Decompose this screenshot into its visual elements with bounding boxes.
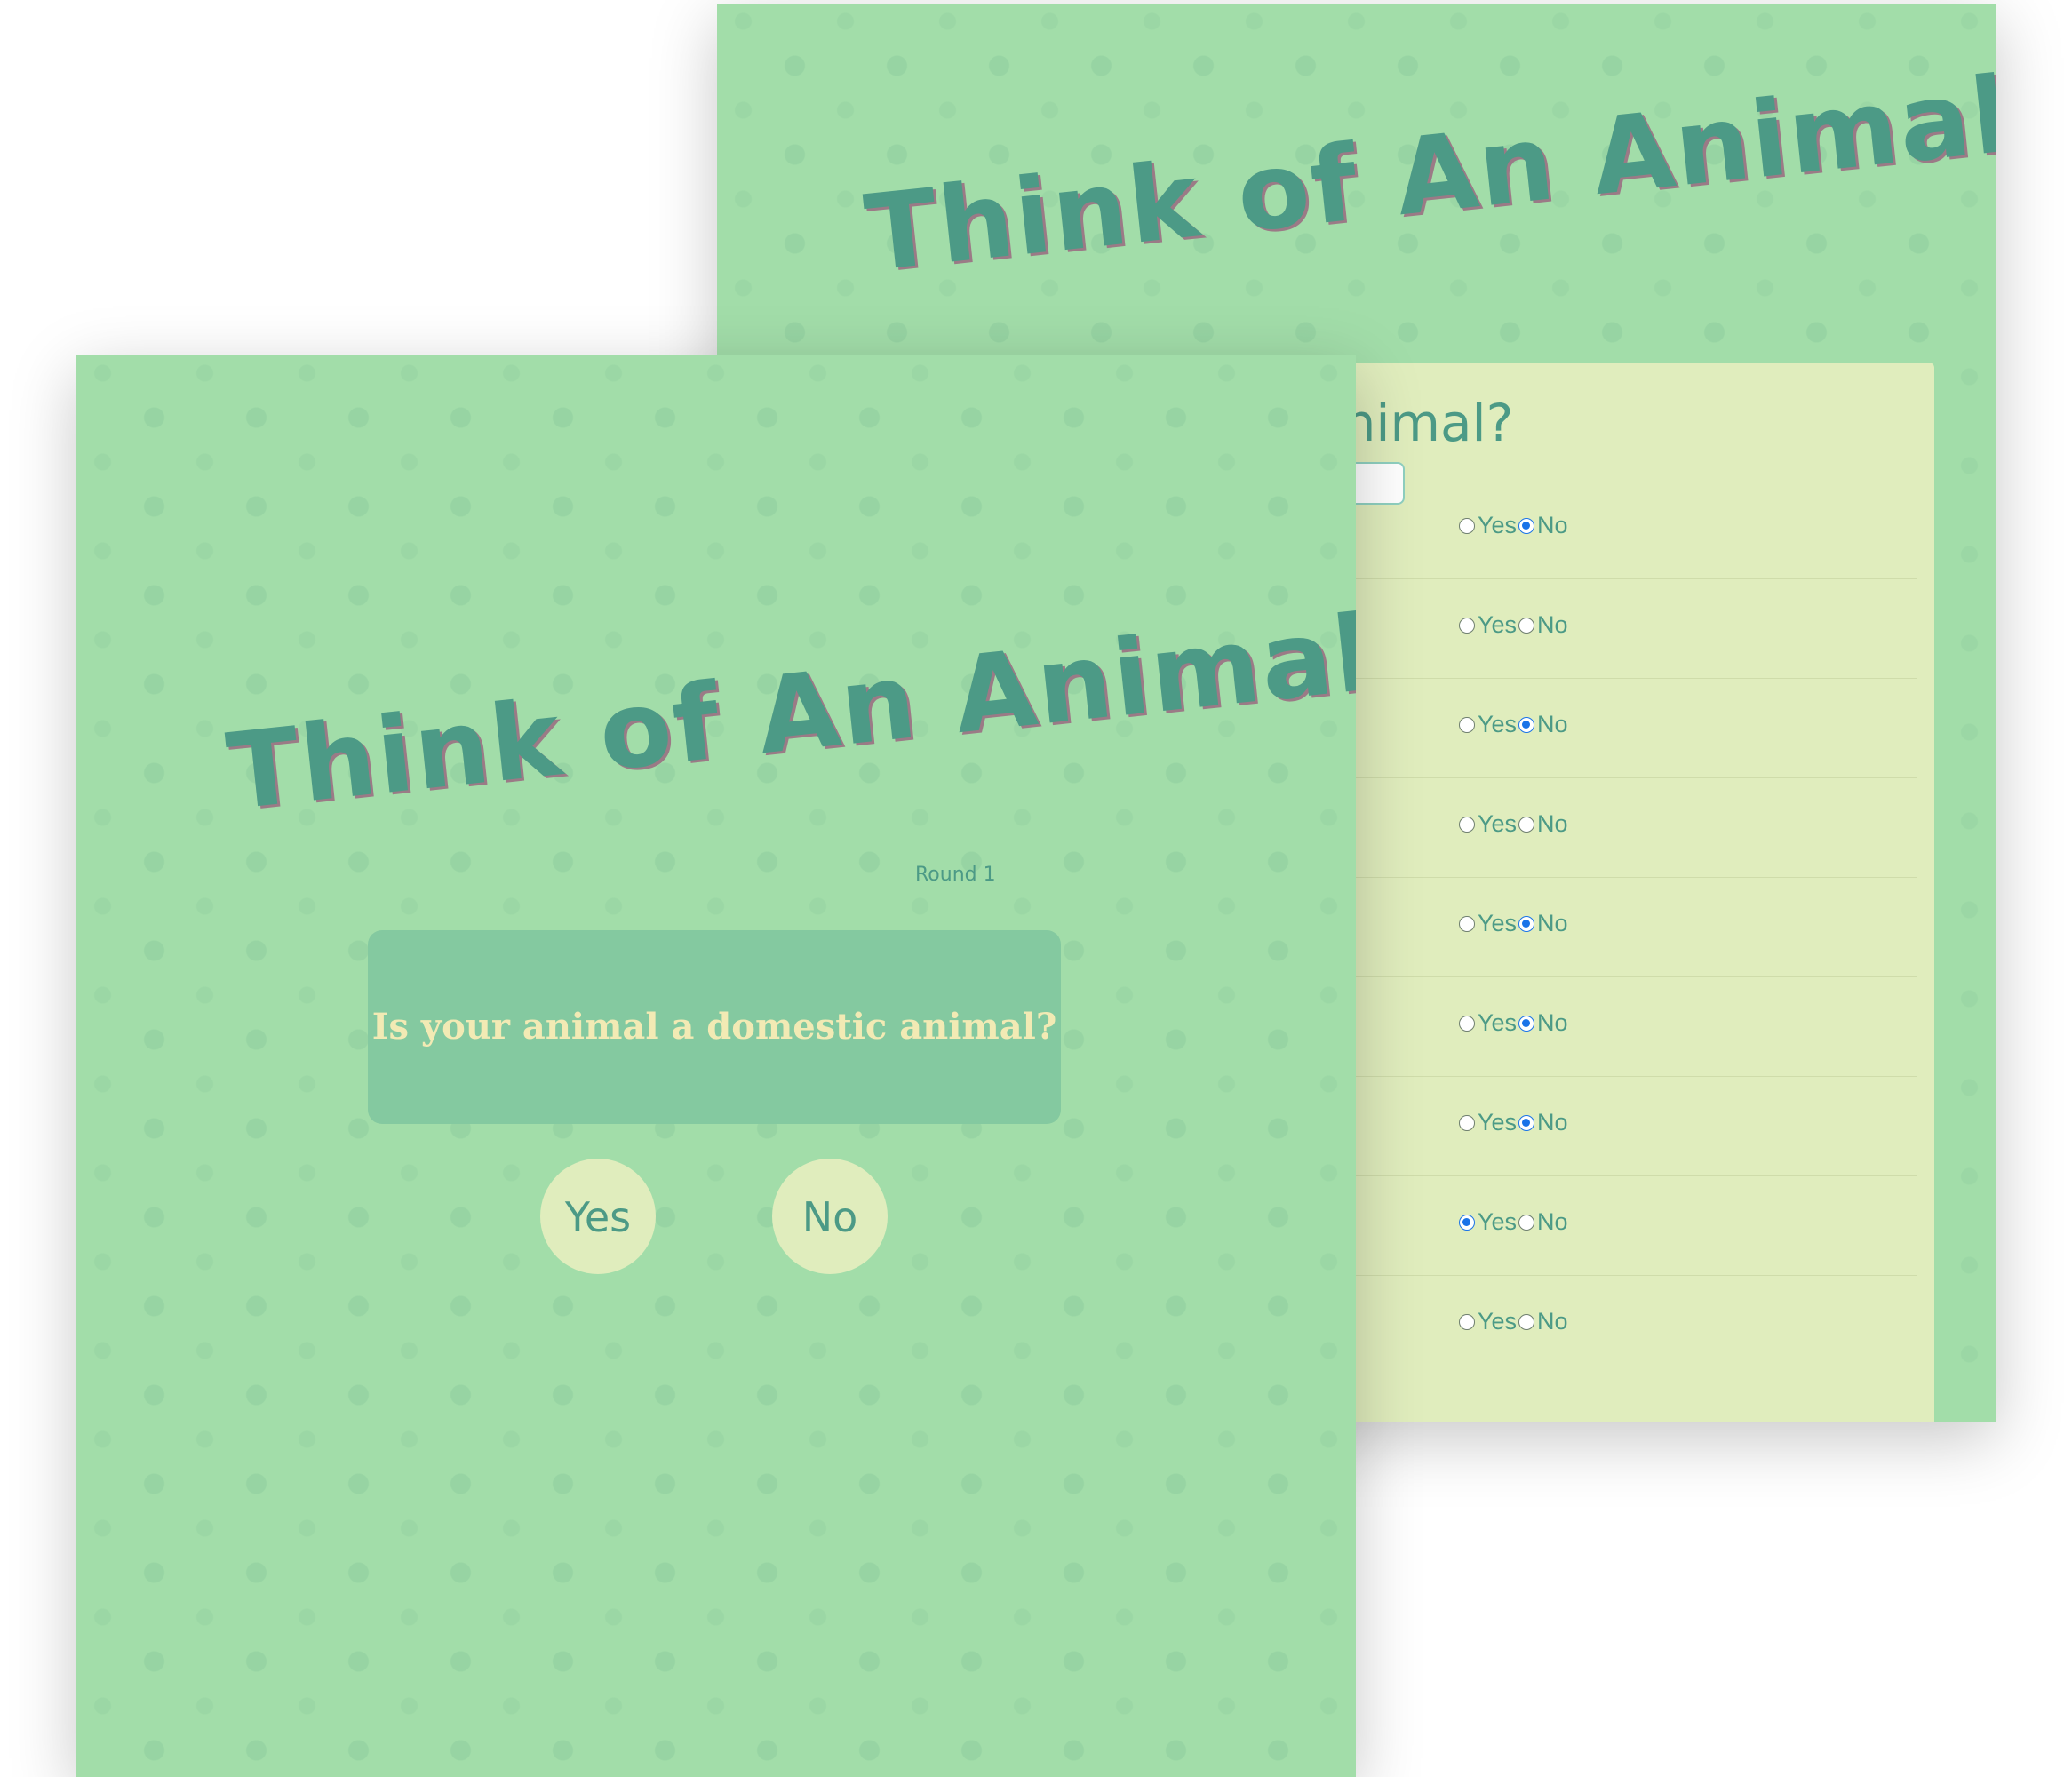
yes-radio[interactable] — [1459, 816, 1475, 833]
yes-radio[interactable] — [1459, 517, 1475, 534]
no-radio[interactable] — [1518, 915, 1535, 932]
yes-no-radio-group: Yes No — [1459, 910, 1570, 937]
yes-radio-label: Yes — [1478, 910, 1518, 936]
no-radio[interactable] — [1518, 1214, 1535, 1231]
yes-radio-label: Yes — [1478, 1308, 1518, 1335]
yes-no-radio-group: Yes No — [1459, 810, 1570, 838]
yes-radio[interactable] — [1459, 716, 1475, 733]
front-screenshot: Think of An Animal ! Round 1 Is your ani… — [76, 355, 1356, 1777]
no-radio[interactable] — [1518, 816, 1535, 833]
yes-radio-label: Yes — [1478, 611, 1518, 638]
yes-radio[interactable] — [1459, 1313, 1475, 1330]
yes-no-radio-group: Yes No — [1459, 611, 1570, 639]
yes-no-radio-group: Yes No — [1459, 1109, 1570, 1136]
yes-radio[interactable] — [1459, 617, 1475, 634]
question-card: Is your animal a domestic animal? — [368, 930, 1061, 1124]
no-radio[interactable] — [1518, 617, 1535, 634]
yes-radio-label: Yes — [1478, 810, 1518, 837]
yes-radio-label: Yes — [1478, 1208, 1518, 1235]
yes-no-radio-group: Yes No — [1459, 512, 1570, 539]
yes-no-radio-group: Yes No — [1459, 1009, 1570, 1037]
yes-radio-label: Yes — [1478, 711, 1518, 737]
yes-radio[interactable] — [1459, 1114, 1475, 1131]
yes-radio-label: Yes — [1478, 1009, 1518, 1036]
no-radio-label: No — [1537, 910, 1568, 936]
no-radio[interactable] — [1518, 1114, 1535, 1131]
no-button[interactable]: No — [772, 1159, 888, 1274]
yes-no-radio-group: Yes No — [1459, 1308, 1570, 1335]
yes-button[interactable]: Yes — [540, 1159, 656, 1274]
yes-radio[interactable] — [1459, 915, 1475, 932]
no-radio-label: No — [1537, 1109, 1568, 1136]
no-radio-label: No — [1537, 611, 1568, 638]
yes-no-radio-group: Yes No — [1459, 711, 1570, 738]
back-page-title: Think of An Animal ! — [859, 44, 1996, 295]
no-radio[interactable] — [1518, 1015, 1535, 1032]
yes-radio[interactable] — [1459, 1015, 1475, 1032]
no-radio-label: No — [1537, 1009, 1568, 1036]
no-radio[interactable] — [1518, 517, 1535, 534]
round-label: Round 1 — [915, 864, 996, 886]
yes-radio[interactable] — [1459, 1214, 1475, 1231]
question-text: Is your animal a domestic animal? — [371, 1006, 1057, 1048]
yes-radio-label: Yes — [1478, 1109, 1518, 1136]
yes-no-radio-group: Yes No — [1459, 1208, 1570, 1236]
no-radio[interactable] — [1518, 1313, 1535, 1330]
no-radio[interactable] — [1518, 716, 1535, 733]
no-radio-label: No — [1537, 512, 1568, 538]
no-radio-label: No — [1537, 711, 1568, 737]
yes-radio-label: Yes — [1478, 512, 1518, 538]
no-radio-label: No — [1537, 1208, 1568, 1235]
no-radio-label: No — [1537, 1308, 1568, 1335]
no-radio-label: No — [1537, 810, 1568, 837]
page-title: Think of An Animal ! — [221, 582, 1356, 833]
